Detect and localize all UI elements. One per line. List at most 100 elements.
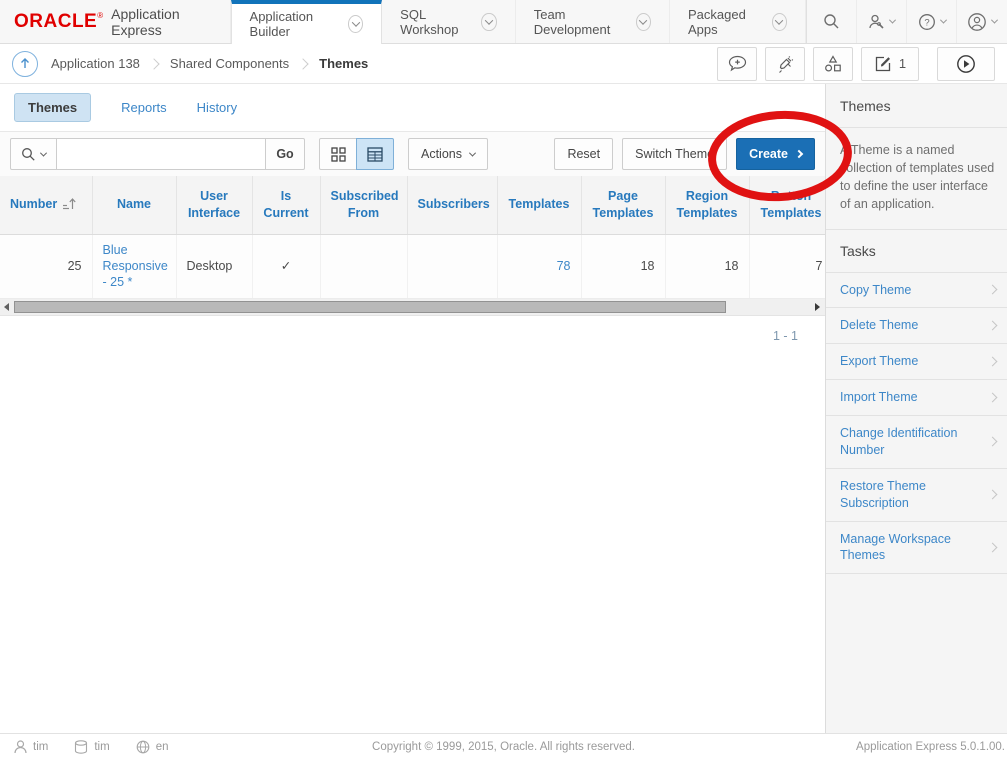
icon-view-button[interactable] xyxy=(319,138,357,170)
column-header-label: Templates xyxy=(509,197,570,211)
horizontal-scrollbar[interactable] xyxy=(0,299,825,316)
cell-button-templates: 7 xyxy=(749,234,833,298)
breadcrumb-item-shared-components[interactable]: Shared Components xyxy=(170,56,289,71)
breadcrumb-item-application-138[interactable]: Application 138 xyxy=(51,56,140,71)
main-content: Themes Reports History Go Actions xyxy=(0,84,825,733)
tab-history[interactable]: History xyxy=(197,100,237,115)
run-application-button[interactable] xyxy=(937,47,995,81)
chevron-down-circle-icon xyxy=(348,15,363,33)
column-header-subscribers[interactable]: Subscribers xyxy=(407,176,497,234)
column-header-label: Region Templates xyxy=(677,189,738,220)
cell-value: 18 xyxy=(641,259,655,273)
task-label: Delete Theme xyxy=(840,317,918,334)
topbar: ORACLE® Application Express Application … xyxy=(0,0,1007,44)
chevron-right-icon xyxy=(795,150,803,158)
administration-menu-button[interactable] xyxy=(857,0,907,43)
topbar-tab-team-development[interactable]: Team Development xyxy=(516,0,670,43)
cell-user-interface: Desktop xyxy=(176,234,252,298)
cell-link[interactable]: Blue Responsive - 25 * xyxy=(103,243,168,290)
chevron-down-icon xyxy=(939,17,946,24)
column-header-subscribed-from[interactable]: Subscribed From xyxy=(320,176,407,234)
scroll-left-arrow[interactable] xyxy=(4,303,9,311)
oracle-apex-logo: ORACLE® Application Express xyxy=(0,0,231,43)
report-header-row: NumberNameUser InterfaceIs CurrentSubscr… xyxy=(0,176,833,234)
chevron-down-circle-icon xyxy=(772,13,787,31)
scroll-right-arrow[interactable] xyxy=(815,303,820,311)
table-view-icon xyxy=(367,147,383,162)
shared-components-button[interactable] xyxy=(813,47,853,81)
topbar-tab-label: Team Development xyxy=(534,7,627,37)
task-manage-workspace-themes[interactable]: Manage Workspace Themes xyxy=(826,522,1007,575)
actions-label: Actions xyxy=(421,147,462,161)
cell-link[interactable]: 78 xyxy=(557,259,571,273)
task-label: Export Theme xyxy=(840,353,918,370)
create-button[interactable]: Create xyxy=(736,138,815,170)
reset-button[interactable]: Reset xyxy=(554,138,613,170)
navigate-up-button[interactable] xyxy=(12,51,38,77)
task-delete-theme[interactable]: Delete Theme xyxy=(826,308,1007,344)
topbar-tab-sql-workshop[interactable]: SQL Workshop xyxy=(382,0,516,43)
edit-page-button[interactable]: 1 xyxy=(861,47,919,81)
task-export-theme[interactable]: Export Theme xyxy=(826,344,1007,380)
column-header-is-current[interactable]: Is Current xyxy=(252,176,320,234)
column-header-number[interactable]: Number xyxy=(0,176,92,234)
cell-value: 7 xyxy=(816,259,823,273)
task-label: Restore Theme Subscription xyxy=(840,478,981,512)
chevron-down-icon xyxy=(889,17,896,24)
spotlight-search-button[interactable] xyxy=(765,47,805,81)
task-restore-theme-subscription[interactable]: Restore Theme Subscription xyxy=(826,469,1007,522)
flashlight-icon xyxy=(776,55,794,73)
breadcrumb-separator-icon xyxy=(148,58,159,69)
topbar-tabs: Application BuilderSQL Workshop Team Deve… xyxy=(231,0,806,43)
cell-templates: 78 xyxy=(497,234,581,298)
help-menu-button[interactable]: ? xyxy=(907,0,957,43)
column-header-user-interface[interactable]: User Interface xyxy=(176,176,252,234)
go-button[interactable]: Go xyxy=(265,138,305,170)
task-copy-theme[interactable]: Copy Theme xyxy=(826,273,1007,309)
chevron-right-icon xyxy=(988,437,998,447)
cell-value: Desktop xyxy=(187,259,233,273)
themes-report: NumberNameUser InterfaceIs CurrentSubscr… xyxy=(0,176,825,299)
cell-page-templates: 18 xyxy=(581,234,665,298)
grid-view-icon xyxy=(331,147,346,162)
feedback-button[interactable] xyxy=(717,47,757,81)
help-icon: ? xyxy=(918,13,936,31)
registered-mark: ® xyxy=(97,11,103,20)
magnifier-icon xyxy=(21,147,36,162)
column-header-label: Button Templates xyxy=(761,189,822,220)
task-change-identification-number[interactable]: Change Identification Number xyxy=(826,416,1007,469)
tab-reports[interactable]: Reports xyxy=(121,100,167,115)
column-header-page-templates[interactable]: Page Templates xyxy=(581,176,665,234)
tab-themes[interactable]: Themes xyxy=(14,93,91,122)
cell-value: 25 xyxy=(68,259,82,273)
column-header-button-templates[interactable]: Button Templates xyxy=(749,176,833,234)
page-tabs: Themes Reports History xyxy=(0,84,825,132)
scrollbar-thumb[interactable] xyxy=(14,301,726,313)
chevron-down-icon xyxy=(991,17,998,24)
actions-menu-button[interactable]: Actions xyxy=(408,138,488,170)
footer-version: Application Express 5.0.1.00. xyxy=(856,741,1005,753)
report-view-button[interactable] xyxy=(356,138,394,170)
sidebar-description: A Theme is a named collection of templat… xyxy=(826,128,1007,230)
column-header-label: Page Templates xyxy=(593,189,654,220)
search-button[interactable] xyxy=(807,0,857,43)
search-column-selector-button[interactable] xyxy=(10,138,57,170)
column-header-templates[interactable]: Templates xyxy=(497,176,581,234)
task-import-theme[interactable]: Import Theme xyxy=(826,380,1007,416)
edit-page-icon xyxy=(874,55,892,73)
switch-theme-button[interactable]: Switch Theme xyxy=(622,138,727,170)
topbar-tab-application-builder[interactable]: Application Builder xyxy=(231,0,383,44)
search-input[interactable] xyxy=(56,138,266,170)
report-body: 25Blue Responsive - 25 *Desktop✓7818187 xyxy=(0,234,833,298)
chevron-down-circle-icon xyxy=(481,13,496,31)
column-header-region-templates[interactable]: Region Templates xyxy=(665,176,749,234)
account-menu-button[interactable] xyxy=(957,0,1007,43)
user-icon xyxy=(967,12,987,32)
column-header-name[interactable]: Name xyxy=(92,176,176,234)
report-toolbar: Go Actions Reset Switch Theme Create xyxy=(0,132,825,176)
admin-wrench-icon xyxy=(868,14,885,30)
create-label: Create xyxy=(749,147,788,161)
tasks-title: Tasks xyxy=(826,230,1007,273)
topbar-tab-packaged-apps[interactable]: Packaged Apps xyxy=(670,0,806,43)
table-row: 25Blue Responsive - 25 *Desktop✓7818187 xyxy=(0,234,833,298)
